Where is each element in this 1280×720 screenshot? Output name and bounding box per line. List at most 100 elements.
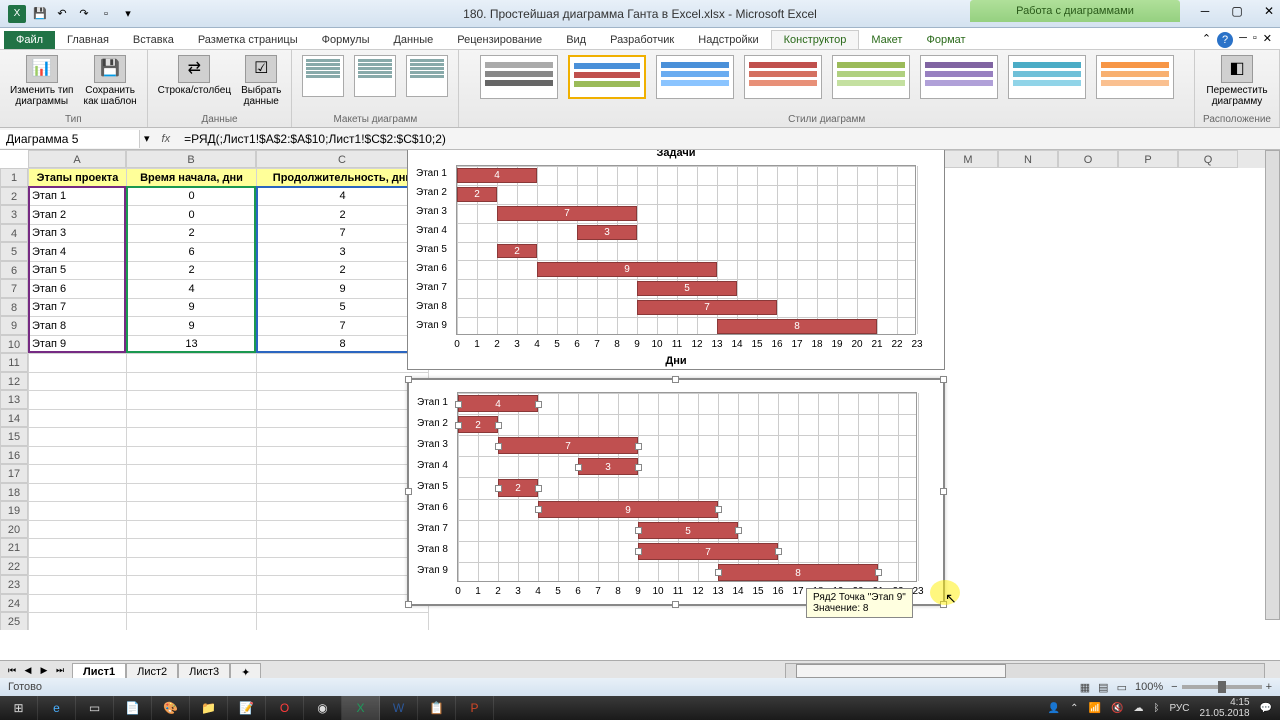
tab-данные[interactable]: Данные — [381, 31, 445, 49]
col-header-C[interactable]: C — [256, 150, 428, 168]
ribbon-minimize-icon[interactable]: ⌃ — [1202, 32, 1211, 48]
vertical-scrollbar[interactable] — [1265, 150, 1280, 620]
qat-more-icon[interactable]: ▾ — [120, 6, 136, 22]
row-header-22[interactable]: 22 — [0, 557, 28, 576]
zoom-level[interactable]: 100% — [1135, 681, 1163, 693]
row-header-15[interactable]: 15 — [0, 427, 28, 446]
gantt-chart-2[interactable]: 01234567891011121314151617181920212223Эт… — [407, 378, 945, 606]
zoom-in-icon[interactable]: + — [1266, 681, 1272, 693]
table-cell[interactable]: 6 — [127, 243, 257, 262]
resize-handle[interactable] — [940, 376, 947, 383]
sheet-last-icon[interactable]: ⏭ — [54, 664, 66, 678]
save-icon[interactable]: 💾 — [32, 6, 48, 22]
resize-handle[interactable] — [672, 376, 679, 383]
gantt-bar[interactable]: 2 — [498, 479, 538, 496]
chart-style-8[interactable] — [1096, 55, 1174, 99]
table-cell[interactable]: 2 — [257, 206, 429, 225]
table-cell[interactable]: 9 — [127, 317, 257, 336]
workbook-close-icon[interactable]: ✕ — [1263, 32, 1272, 48]
table-cell[interactable]: 2 — [257, 261, 429, 280]
notepad-icon[interactable]: 📄 — [114, 696, 152, 720]
row-header-18[interactable]: 18 — [0, 483, 28, 502]
table-cell[interactable]: 7 — [257, 224, 429, 243]
col-header-A[interactable]: A — [28, 150, 126, 168]
table-cell[interactable]: Этап 3 — [29, 224, 127, 243]
table-cell[interactable]: 5 — [257, 298, 429, 317]
row-header-11[interactable]: 11 — [0, 353, 28, 372]
gantt-bar[interactable]: 7 — [498, 437, 638, 454]
row-header-9[interactable]: 9 — [0, 316, 28, 335]
table-cell[interactable]: 4 — [257, 187, 429, 206]
undo-icon[interactable]: ↶ — [54, 6, 70, 22]
notes-icon[interactable]: 📋 — [418, 696, 456, 720]
help-icon[interactable]: ? — [1217, 32, 1233, 48]
excel-taskbar-icon[interactable]: X — [342, 696, 380, 720]
chart-layout-1[interactable] — [302, 55, 344, 97]
row-header-13[interactable]: 13 — [0, 390, 28, 409]
row-header-7[interactable]: 7 — [0, 279, 28, 298]
table-cell[interactable]: 4 — [127, 280, 257, 299]
tab-макет[interactable]: Макет — [859, 31, 914, 49]
row-header-24[interactable]: 24 — [0, 594, 28, 613]
maximize-button[interactable]: ▢ — [1230, 4, 1244, 18]
row-header-1[interactable]: 1 — [0, 168, 28, 187]
formula-input[interactable]: =РЯД(;Лист1!$A$2:$A$10;Лист1!$C$2:$C$10;… — [178, 130, 1280, 148]
table-cell[interactable]: 8 — [257, 335, 429, 354]
sheet-next-icon[interactable]: ▶ — [38, 664, 50, 678]
table-header[interactable]: Время начала, дни — [127, 169, 257, 188]
row-header-3[interactable]: 3 — [0, 205, 28, 224]
chart-style-2[interactable] — [568, 55, 646, 99]
resize-handle[interactable] — [405, 376, 412, 383]
tab-разметка страницы[interactable]: Разметка страницы — [186, 31, 310, 49]
chart-style-5[interactable] — [832, 55, 910, 99]
row-header-16[interactable]: 16 — [0, 446, 28, 465]
sheet-first-icon[interactable]: ⏮ — [6, 664, 18, 678]
select-data-button[interactable]: ☑Выбрать данные — [239, 53, 283, 109]
row-header-2[interactable]: 2 — [0, 187, 28, 206]
gantt-bar[interactable]: 3 — [577, 225, 637, 240]
table-cell[interactable]: Этап 9 — [29, 335, 127, 354]
gantt-chart-1[interactable]: Задачи 012345678910111213141516171819202… — [407, 150, 945, 370]
gantt-bar[interactable]: 4 — [458, 395, 538, 412]
taskview-icon[interactable]: ▭ — [76, 696, 114, 720]
tab-рецензирование[interactable]: Рецензирование — [445, 31, 554, 49]
explorer-icon[interactable]: 📁 — [190, 696, 228, 720]
language-indicator[interactable]: РУС — [1169, 703, 1189, 714]
gantt-bar[interactable]: 2 — [497, 244, 537, 259]
close-button[interactable]: ✕ — [1262, 4, 1276, 18]
row-header-12[interactable]: 12 — [0, 372, 28, 391]
table-cell[interactable]: 13 — [127, 335, 257, 354]
sheet-prev-icon[interactable]: ◀ — [22, 664, 34, 678]
table-cell[interactable]: Этап 1 — [29, 187, 127, 206]
row-header-17[interactable]: 17 — [0, 464, 28, 483]
gantt-bar[interactable]: 5 — [638, 522, 738, 539]
row-header-23[interactable]: 23 — [0, 575, 28, 594]
zoom-out-icon[interactable]: − — [1171, 681, 1177, 693]
view-break-icon[interactable]: ▭ — [1117, 681, 1127, 694]
chrome-icon[interactable]: ◉ — [304, 696, 342, 720]
redo-icon[interactable]: ↷ — [76, 6, 92, 22]
row-header-14[interactable]: 14 — [0, 409, 28, 428]
table-cell[interactable]: 7 — [257, 317, 429, 336]
opera-icon[interactable]: O — [266, 696, 304, 720]
tab-разработчик[interactable]: Разработчик — [598, 31, 686, 49]
tab-формулы[interactable]: Формулы — [310, 31, 382, 49]
table-cell[interactable]: Этап 5 — [29, 261, 127, 280]
wifi-icon[interactable]: 📶 — [1089, 703, 1101, 714]
people-icon[interactable]: 👤 — [1048, 703, 1060, 714]
switch-row-col-button[interactable]: ⇄Строка/столбец — [156, 53, 233, 98]
tray-clock[interactable]: 4:1521.05.2018 — [1199, 697, 1249, 719]
chart-style-7[interactable] — [1008, 55, 1086, 99]
table-cell[interactable]: 2 — [127, 224, 257, 243]
col-header-B[interactable]: B — [126, 150, 256, 168]
row-header-6[interactable]: 6 — [0, 261, 28, 280]
col-header-O[interactable]: O — [1058, 150, 1118, 168]
chart-style-4[interactable] — [744, 55, 822, 99]
table-cell[interactable]: Этап 4 — [29, 243, 127, 262]
col-header-P[interactable]: P — [1118, 150, 1178, 168]
row-header-25[interactable]: 25 — [0, 612, 28, 630]
gantt-bar[interactable]: 2 — [457, 187, 497, 202]
start-button[interactable]: ⊞ — [0, 696, 38, 720]
gantt-bar[interactable]: 8 — [718, 564, 878, 581]
resize-handle[interactable] — [405, 488, 412, 495]
